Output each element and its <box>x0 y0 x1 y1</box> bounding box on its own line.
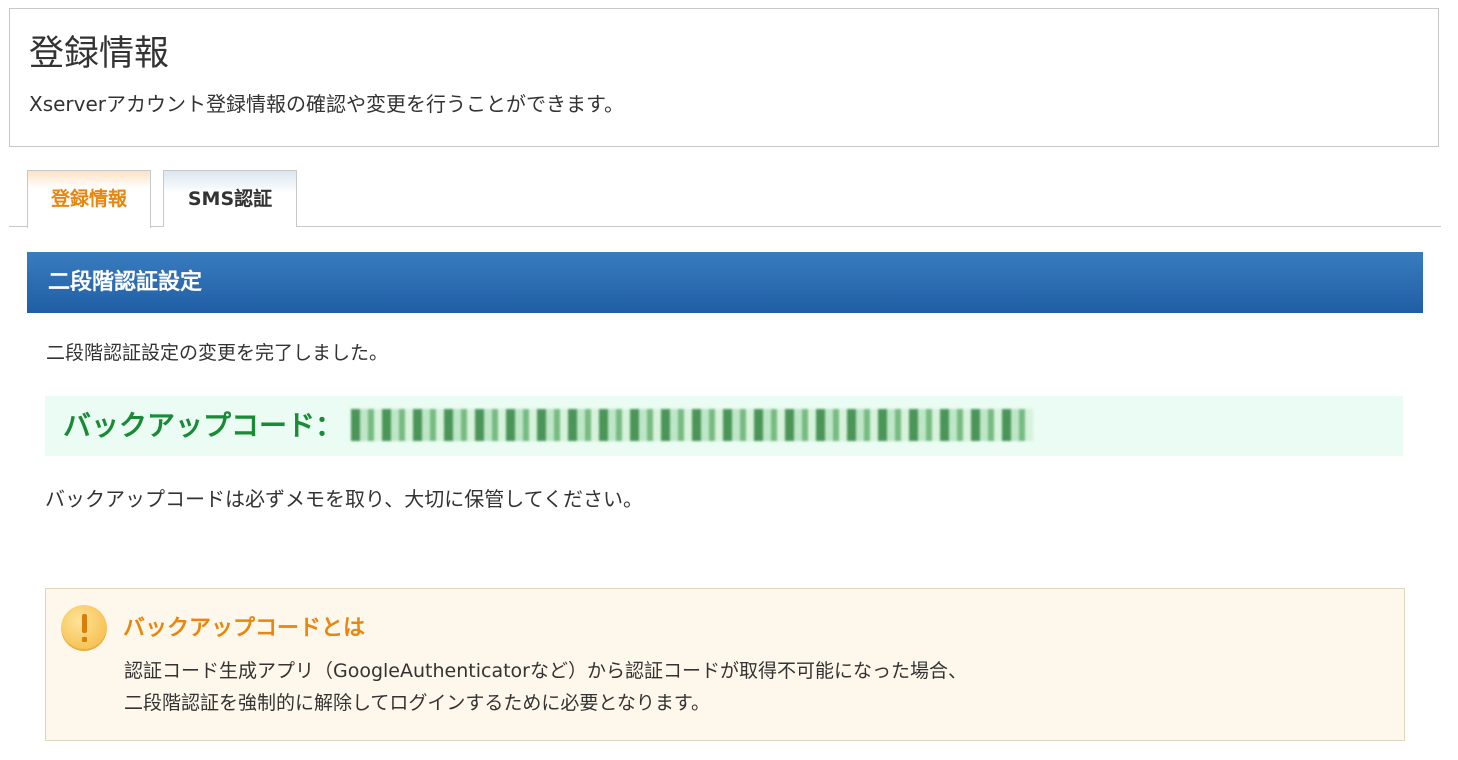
info-text-line-1: 認証コード生成アプリ（GoogleAuthenticatorなど）から認証コード… <box>124 660 967 682</box>
info-text-line-2: 二段階認証を強制的に解除してログインするために必要となります。 <box>124 692 710 714</box>
backup-code-value-blurred <box>351 409 1033 441</box>
backup-code-label: バックアップコード： <box>63 409 344 442</box>
tab-sms-auth[interactable]: SMS認証 <box>163 170 297 227</box>
tab-bar: 登録情報 SMS認証 <box>9 170 1441 228</box>
info-title: バックアップコードとは <box>123 616 366 641</box>
memo-message: バックアップコードは必ずメモを取り、大切に保管してください。 <box>45 487 643 511</box>
complete-message: 二段階認証設定の変更を完了しました。 <box>46 342 389 364</box>
page-description: Xserverアカウント登録情報の確認や変更を行うことができます。 <box>29 92 625 116</box>
page-title: 登録情報 <box>29 34 170 74</box>
page-header: 登録情報 Xserverアカウント登録情報の確認や変更を行うことができます。 <box>9 8 1439 147</box>
page: 登録情報 Xserverアカウント登録情報の確認や変更を行うことができます。 登… <box>0 0 1458 760</box>
tab-registration-info[interactable]: 登録情報 <box>27 170 151 228</box>
info-box: バックアップコードとは 認証コード生成アプリ（GoogleAuthenticat… <box>45 588 1405 741</box>
exclamation-icon <box>61 605 107 651</box>
backup-code-box: バックアップコード： <box>45 396 1403 456</box>
section-title: 二段階認証設定 <box>27 252 1423 313</box>
